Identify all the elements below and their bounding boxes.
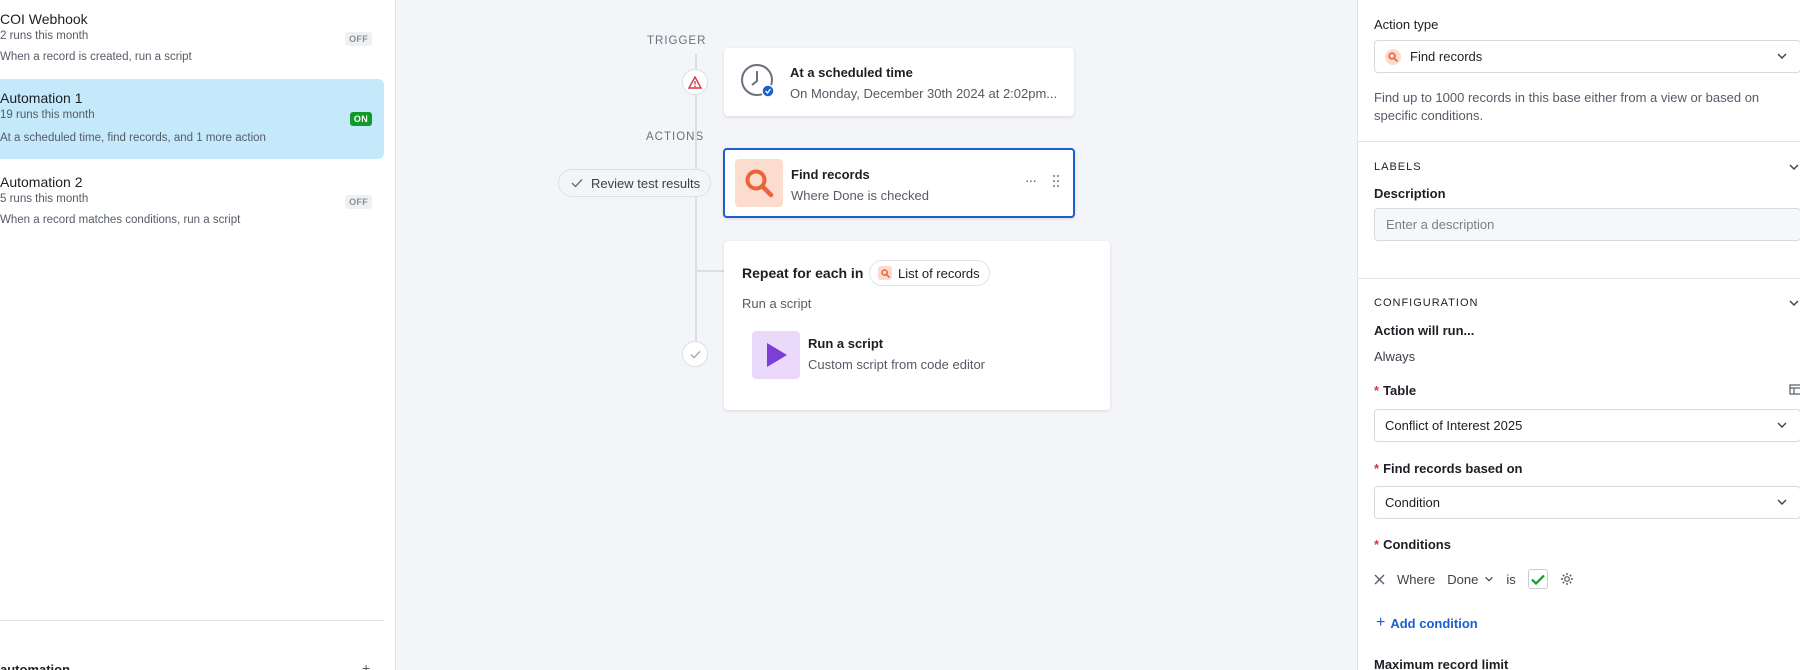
find-records-card[interactable]: Find records Where Done is checked ··· — [723, 148, 1075, 218]
condition-checkbox[interactable] — [1527, 569, 1548, 589]
action-type-value: Find records — [1410, 49, 1483, 64]
configuration-section-header[interactable]: CONFIGURATION — [1374, 297, 1478, 309]
action-config-panel: Action type Find records Find up to 1000… — [1357, 0, 1800, 670]
automation-item[interactable]: COI Webhook 2 runs this month When a rec… — [0, 0, 384, 80]
automation-desc: When a record matches conditions, run a … — [0, 214, 241, 226]
trigger-card[interactable]: At a scheduled time On Monday, December … — [724, 48, 1074, 116]
sidebar-divider — [0, 620, 384, 621]
repeat-title: Repeat for each in — [742, 265, 864, 281]
automation-item-active[interactable]: Automation 1 19 runs this month At a sch… — [0, 79, 384, 159]
add-condition-label: Add condition — [1390, 615, 1478, 631]
checkmark-icon — [1530, 574, 1545, 585]
chevron-down-icon — [1777, 422, 1787, 428]
chevron-down-icon — [1777, 53, 1787, 59]
plus-icon[interactable]: + — [362, 660, 370, 670]
description-label: Description — [1374, 186, 1446, 201]
table-value: Conflict of Interest 2025 — [1385, 418, 1523, 433]
condition-operator[interactable]: is — [1506, 572, 1515, 587]
chevron-down-icon[interactable] — [1788, 297, 1800, 309]
based-on-label: * Find records based on — [1374, 461, 1522, 476]
warning-indicator[interactable] — [682, 69, 708, 95]
conditions-label: * Conditions — [1374, 537, 1451, 552]
play-icon — [752, 331, 800, 379]
max-record-limit-label: Maximum record limit — [1374, 657, 1509, 670]
condition-row: Where Done is — [1374, 569, 1574, 589]
automation-title: COI Webhook — [0, 11, 88, 27]
action-type-description: Find up to 1000 records in this base eit… — [1374, 90, 1760, 123]
find-records-subtitle: Where Done is checked — [791, 188, 930, 203]
run-script-subtitle: Custom script from code editor — [808, 357, 986, 372]
search-icon — [1385, 48, 1401, 65]
check-icon — [571, 179, 583, 188]
create-automation-label[interactable]: automation — [0, 662, 70, 670]
automation-runs: 2 runs this month — [0, 30, 89, 42]
table-icon[interactable] — [1789, 384, 1800, 395]
chevron-down-icon — [1777, 499, 1787, 505]
based-on-label-text: Find records based on — [1383, 461, 1523, 476]
required-asterisk: * — [1374, 537, 1380, 552]
status-badge: ON — [349, 112, 372, 126]
based-on-value: Condition — [1385, 495, 1440, 510]
automation-desc: At a scheduled time, find records, and 1… — [0, 132, 266, 144]
chevron-down-icon — [1485, 576, 1494, 582]
labels-section-header[interactable]: LABELS — [1374, 161, 1422, 173]
action-will-run-value[interactable]: Always — [1374, 349, 1415, 364]
action-type-label: Action type — [1374, 17, 1439, 32]
list-of-records-label: List of records — [898, 265, 980, 281]
automations-sidebar: COI Webhook 2 runs this month When a rec… — [0, 0, 396, 670]
automation-title: Automation 2 — [0, 174, 83, 190]
drag-handle-icon[interactable] — [1052, 174, 1060, 191]
condition-field-select[interactable]: Done — [1447, 572, 1494, 587]
repeat-subtitle: Run a script — [742, 296, 812, 311]
repeat-group-card[interactable]: Repeat for each in List of records Run a… — [724, 241, 1110, 410]
add-condition-button[interactable]: + Add condition — [1376, 614, 1478, 632]
warning-icon — [688, 75, 702, 89]
automation-item[interactable]: Automation 2 5 runs this month When a re… — [0, 163, 384, 243]
flow-branch-line — [696, 270, 724, 272]
gear-icon[interactable] — [1560, 572, 1574, 586]
status-badge: OFF — [345, 32, 372, 46]
chevron-down-icon[interactable] — [1788, 161, 1800, 173]
table-label-text: Table — [1383, 383, 1417, 398]
plus-icon: + — [1376, 614, 1386, 631]
automation-title: Automation 1 — [0, 90, 83, 106]
condition-where: Where — [1397, 571, 1436, 587]
review-test-results-button[interactable]: Review test results — [558, 169, 712, 197]
list-of-records-token[interactable]: List of records — [869, 260, 990, 286]
completion-indicator — [682, 341, 708, 367]
based-on-select[interactable]: Condition — [1374, 486, 1800, 519]
check-icon — [690, 350, 700, 359]
automation-desc: When a record is created, run a script — [0, 51, 192, 63]
clock-icon — [740, 63, 776, 99]
table-label: * Table — [1374, 383, 1416, 398]
condition-field-value: Done — [1447, 571, 1479, 587]
find-records-title: Find records — [791, 167, 870, 182]
review-test-results-label: Review test results — [591, 175, 701, 191]
trigger-subtitle: On Monday, December 30th 2024 at 2:02pm.… — [790, 86, 1058, 101]
status-badge: OFF — [345, 195, 372, 209]
automation-runs: 19 runs this month — [0, 109, 95, 121]
required-asterisk: * — [1374, 383, 1380, 398]
trigger-label: TRIGGER — [647, 35, 707, 47]
section-divider — [1358, 278, 1800, 279]
description-input[interactable] — [1374, 208, 1800, 241]
automation-runs: 5 runs this month — [0, 193, 89, 205]
section-divider — [1358, 141, 1800, 142]
action-type-select[interactable]: Find records — [1374, 40, 1800, 73]
action-will-run-label: Action will run... — [1374, 323, 1475, 338]
run-script-title[interactable]: Run a script — [808, 336, 883, 351]
trigger-title: At a scheduled time — [790, 65, 913, 80]
close-icon[interactable] — [1374, 574, 1385, 585]
flow-line — [695, 54, 697, 354]
more-options-icon[interactable]: ··· — [1025, 172, 1037, 188]
search-icon — [878, 266, 892, 280]
table-select[interactable]: Conflict of Interest 2025 — [1374, 409, 1800, 442]
required-asterisk: * — [1374, 461, 1380, 476]
conditions-label-text: Conditions — [1383, 537, 1451, 552]
search-icon — [735, 159, 783, 207]
